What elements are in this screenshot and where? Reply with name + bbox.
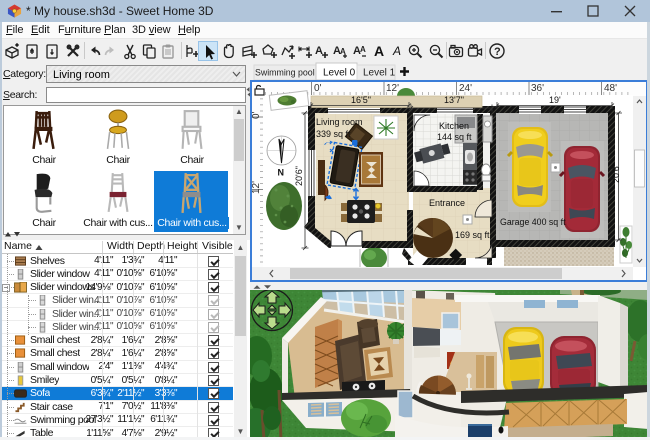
svg-text:48': 48' bbox=[604, 83, 617, 94]
svg-text:A: A bbox=[360, 45, 366, 54]
svg-text:20'6": 20'6" bbox=[611, 163, 621, 183]
svg-text:19': 19' bbox=[549, 95, 561, 105]
svg-text:Level 1: Level 1 bbox=[363, 68, 396, 79]
svg-text:169 sq ft: 169 sq ft bbox=[455, 230, 490, 240]
svg-text:24': 24' bbox=[459, 83, 472, 94]
svg-text:0': 0' bbox=[314, 83, 322, 94]
svg-text:A: A bbox=[392, 44, 401, 58]
svg-text:13'7": 13'7" bbox=[444, 95, 464, 105]
svg-text:N: N bbox=[278, 168, 285, 178]
svg-text:A: A bbox=[315, 45, 323, 57]
svg-text:0': 0' bbox=[251, 111, 262, 119]
svg-text:20'6": 20'6" bbox=[294, 166, 304, 186]
svg-text:36': 36' bbox=[531, 83, 544, 94]
svg-text:339 sq ft: 339 sq ft bbox=[316, 129, 351, 139]
svg-text:12': 12' bbox=[386, 83, 399, 94]
svg-text:Living room: Living room bbox=[316, 117, 363, 127]
svg-text:144 sq ft: 144 sq ft bbox=[437, 132, 472, 142]
svg-text:Swimming pool: Swimming pool bbox=[255, 68, 315, 78]
svg-text:Kitchen: Kitchen bbox=[439, 121, 469, 131]
svg-text:?: ? bbox=[494, 46, 501, 58]
svg-text:16'5": 16'5" bbox=[351, 95, 371, 105]
svg-text:A: A bbox=[374, 43, 384, 59]
svg-text:12': 12' bbox=[251, 181, 262, 194]
svg-text:Entrance: Entrance bbox=[429, 198, 465, 208]
svg-text:Garage 400 sq ft: Garage 400 sq ft bbox=[500, 217, 566, 227]
svg-text:Level 0: Level 0 bbox=[323, 68, 356, 79]
